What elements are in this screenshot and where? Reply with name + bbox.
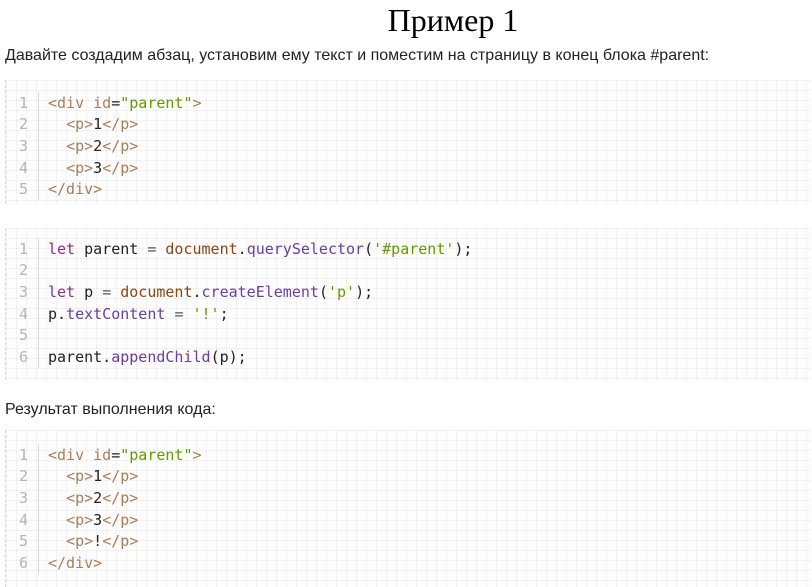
js-code-block: 1 let parent = document.querySelector('#p… bbox=[5, 228, 811, 380]
result-code-line: 1 <div id="parent"> bbox=[6, 444, 811, 466]
js-code-line: 2 bbox=[6, 259, 811, 282]
line-number: 2 bbox=[18, 261, 28, 280]
html-code-line: 3 <p>2</p> bbox=[6, 135, 811, 157]
code-text: parent.appendChild(p); bbox=[48, 347, 247, 366]
gutter-divider bbox=[38, 487, 39, 509]
code-text: p.textContent = '!'; bbox=[48, 304, 229, 323]
line-number: 4 bbox=[18, 304, 28, 323]
result-code-line: 6 </div> bbox=[6, 551, 811, 574]
gutter-divider bbox=[38, 324, 39, 346]
result-code-block: 1 <div id="parent"> 2 <p>1</p> 3 <p>2</p> 4 … bbox=[5, 430, 811, 587]
intro-paragraph: Давайте создадим абзац, установим ему те… bbox=[5, 47, 710, 64]
code-text: <p>1</p> bbox=[66, 467, 139, 486]
line-number: 3 bbox=[18, 282, 28, 301]
line-number: 1 bbox=[18, 445, 28, 464]
js-code-line: 6 parent.appendChild(p); bbox=[6, 345, 811, 368]
line-number: 4 bbox=[18, 158, 28, 177]
html-code-line: 2 <p>1</p> bbox=[6, 113, 811, 136]
code-text: <p>3</p> bbox=[66, 158, 139, 177]
line-number: 4 bbox=[18, 510, 28, 529]
code-text: <p>!</p> bbox=[66, 532, 139, 551]
code-text: <div id="parent"> bbox=[48, 445, 202, 464]
js-code-line: 1 let parent = document.querySelector('#p… bbox=[6, 238, 811, 260]
code-text: <p>2</p> bbox=[66, 136, 139, 155]
gutter-divider bbox=[38, 302, 39, 325]
gutter-divider bbox=[38, 135, 39, 157]
line-number: 1 bbox=[18, 239, 28, 258]
gutter-divider bbox=[38, 444, 39, 466]
line-number: 2 bbox=[18, 467, 28, 486]
html-code-block: 1 <div id="parent"> 2 <p>1</p> 3 <p>2</p> 4 … bbox=[5, 80, 811, 204]
html-code-line: 1 <div id="parent"> bbox=[6, 92, 811, 114]
gutter-divider bbox=[38, 92, 39, 114]
js-code-line: 3 let p = document.createElement('p'); bbox=[6, 281, 811, 303]
result-code-line: 5 <p>!</p> bbox=[6, 530, 811, 552]
js-code-line: 5 bbox=[6, 324, 811, 346]
code-text: <p>1</p> bbox=[66, 115, 139, 134]
gutter-divider bbox=[38, 178, 39, 200]
gutter-divider bbox=[38, 238, 39, 260]
line-number: 6 bbox=[18, 347, 28, 366]
result-label: Результат выполнения кода: bbox=[5, 401, 216, 418]
code-text: <p>3</p> bbox=[66, 510, 139, 529]
gutter-divider bbox=[38, 156, 39, 179]
result-code-line: 3 <p>2</p> bbox=[6, 487, 811, 509]
gutter-divider bbox=[38, 259, 39, 282]
gutter-divider bbox=[38, 551, 39, 574]
result-code-line: 4 <p>3</p> bbox=[6, 508, 811, 531]
line-number: 5 bbox=[18, 532, 28, 551]
line-number: 5 bbox=[18, 180, 28, 199]
gutter-divider bbox=[38, 530, 39, 552]
code-text: let p = document.createElement('p'); bbox=[48, 282, 374, 301]
code-text: let parent = document.querySelector('#pa… bbox=[48, 239, 473, 258]
html-code-line: 5 </div> bbox=[6, 178, 811, 200]
gutter-divider bbox=[38, 113, 39, 136]
gutter-divider bbox=[38, 345, 39, 368]
code-text: </div> bbox=[48, 180, 103, 199]
line-number: 5 bbox=[18, 326, 28, 345]
gutter-divider bbox=[38, 281, 39, 303]
result-code-line: 2 <p>1</p> bbox=[6, 465, 811, 488]
line-number: 6 bbox=[18, 553, 28, 572]
js-code-line: 4 p.textContent = '!'; bbox=[6, 302, 811, 325]
line-number: 1 bbox=[18, 93, 28, 112]
code-text: </div> bbox=[48, 553, 103, 572]
line-number: 3 bbox=[18, 488, 28, 507]
page-title: Пример 1 bbox=[387, 2, 519, 38]
html-code-line: 4 <p>3</p> bbox=[6, 156, 811, 179]
gutter-divider bbox=[38, 508, 39, 531]
line-number: 2 bbox=[18, 115, 28, 134]
code-text: <div id="parent"> bbox=[48, 93, 202, 112]
line-number: 3 bbox=[18, 136, 28, 155]
gutter-divider bbox=[38, 465, 39, 488]
code-text: <p>2</p> bbox=[66, 488, 139, 507]
